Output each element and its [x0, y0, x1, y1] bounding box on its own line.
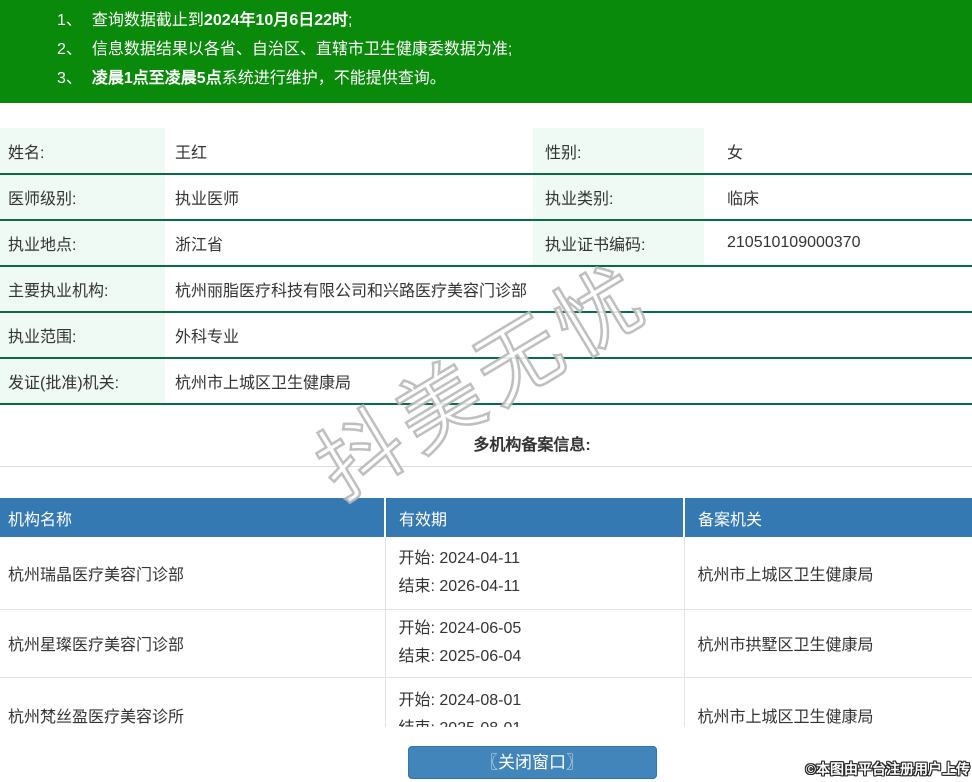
table-row: 执业范围: 外科专业 — [0, 312, 972, 359]
field-value-name: 王红 — [165, 128, 533, 175]
records-header-row: 机构名称 有效期 备案机关 — [0, 498, 972, 537]
field-label-certificate-no: 执业证书编码: — [533, 220, 704, 267]
record-authority: 杭州市上城区卫生健康局 — [683, 537, 972, 610]
records-table: 机构名称 有效期 备案机关 杭州瑞晶医疗美容门诊部 开始: 2024-04-11… — [0, 498, 972, 727]
column-header-org: 机构名称 — [0, 498, 385, 537]
record-end-date: 结束: 2026-04-11 — [398, 577, 521, 595]
table-row: 杭州星璨医疗美容门诊部 开始: 2024-06-05 结束: 2025-06-0… — [0, 609, 972, 678]
record-org-name: 杭州瑞晶医疗美容门诊部 — [0, 537, 385, 610]
record-validity: 开始: 2024-06-05 结束: 2025-06-04 — [384, 609, 684, 678]
notice-text: 查询数据截止到 — [91, 12, 204, 29]
record-authority: 杭州市拱墅区卫生健康局 — [683, 609, 972, 678]
field-value-certificate-no: 210510109000370 — [704, 220, 972, 267]
query-result-page: 1、 查询数据截止到2024年10月6日22时; 2、 信息数据结果以各省、自治区、… — [0, 0, 972, 782]
notice-text: 系统进行维护，不能提供查询。 — [221, 70, 446, 87]
column-header-authority: 备案机关 — [683, 498, 972, 537]
record-end-date: 结束: 2025-06-04 — [398, 648, 522, 665]
table-row: 杭州瑞晶医疗美容门诊部 开始: 2024-04-11 结束: 2026-04-1… — [0, 537, 972, 610]
notice-text: 信息数据结果以各省、自治区、直辖市卫生健康委数据为准; — [91, 41, 513, 58]
field-value-practice-type: 临床 — [704, 174, 972, 221]
record-validity: 开始: 2024-04-11 结束: 2026-04-11 — [384, 537, 684, 610]
field-label-doctor-level: 医师级别: — [0, 174, 165, 221]
records-table-container: 机构名称 有效期 备案机关 杭州瑞晶医疗美容门诊部 开始: 2024-04-11… — [0, 498, 972, 727]
page-content: 1、 查询数据截止到2024年10月6日22时; 2、 信息数据结果以各省、自治区、… — [0, 0, 972, 782]
notice-line-3: 3、 凌晨1点至凌晨5点系统进行维护，不能提供查询。 — [57, 64, 972, 93]
field-value-practice-scope: 外科专业 — [165, 312, 972, 359]
column-header-validity: 有效期 — [384, 498, 684, 537]
field-value-gender: 女 — [704, 128, 972, 175]
record-start-date: 开始: 2024-06-05 — [398, 620, 522, 637]
field-label-practice-place: 执业地点: — [0, 220, 165, 267]
multi-institution-section-title: 多机构备案信息: — [0, 419, 972, 467]
field-label-issuing-authority: 发证(批准)机关: — [0, 358, 165, 405]
field-label-name: 姓名: — [0, 128, 165, 175]
record-start-date: 开始: 2024-08-01 — [398, 692, 522, 709]
record-start-date: 开始: 2024-04-11 — [398, 549, 521, 567]
record-authority: 杭州市上城区卫生健康局 — [683, 677, 972, 727]
notice-bold-text: 凌晨1点至凌晨5点 — [91, 70, 222, 87]
field-value-practice-place: 浙江省 — [165, 220, 533, 267]
notice-banner: 1、 查询数据截止到2024年10月6日22时; 2、 信息数据结果以各省、自治区、… — [0, 0, 972, 103]
table-row: 杭州梵丝盈医疗美容诊所 开始: 2024-08-01 结束: 2025-08-0… — [0, 677, 972, 727]
field-value-main-institution: 杭州丽脂医疗科技有限公司和兴路医疗美容门诊部 — [165, 266, 972, 313]
notice-line-2: 2、 信息数据结果以各省、自治区、直辖市卫生健康委数据为准; — [57, 35, 972, 64]
field-label-gender: 性别: — [533, 128, 704, 175]
field-value-issuing-authority: 杭州市上城区卫生健康局 — [165, 358, 972, 405]
record-org-name: 杭州梵丝盈医疗美容诊所 — [0, 677, 385, 727]
table-row: 发证(批准)机关: 杭州市上城区卫生健康局 — [0, 358, 972, 405]
table-row: 姓名: 王红 性别: 女 — [0, 128, 972, 175]
notice-number: 1、 — [57, 12, 82, 29]
field-label-practice-scope: 执业范围: — [0, 312, 165, 359]
field-label-practice-type: 执业类别: — [533, 174, 704, 221]
notice-text: ; — [348, 12, 353, 29]
notice-number: 2、 — [57, 41, 82, 58]
table-row: 执业地点: 浙江省 执业证书编码: 210510109000370 — [0, 220, 972, 267]
footer-bar: 〖关闭窗口〗 — [0, 727, 972, 782]
practitioner-info-table: 姓名: 王红 性别: 女 医师级别: 执业医师 执业类别: 临床 执业地点: 浙… — [0, 128, 972, 405]
notice-bold-text: 2024年10月6日22时 — [203, 12, 349, 29]
record-org-name: 杭州星璨医疗美容门诊部 — [0, 609, 385, 678]
close-window-button[interactable]: 〖关闭窗口〗 — [407, 746, 657, 779]
record-end-date: 结束: 2025-08-01 — [399, 715, 684, 727]
table-row: 医师级别: 执业医师 执业类别: 临床 — [0, 174, 972, 221]
record-validity: 开始: 2024-08-01 结束: 2025-08-01 — [384, 677, 684, 727]
table-row: 主要执业机构: 杭州丽脂医疗科技有限公司和兴路医疗美容门诊部 — [0, 266, 972, 313]
field-label-main-institution: 主要执业机构: — [0, 266, 165, 313]
notice-number: 3、 — [57, 70, 82, 87]
notice-line-1: 1、 查询数据截止到2024年10月6日22时; — [57, 6, 972, 35]
field-value-doctor-level: 执业医师 — [165, 174, 533, 221]
